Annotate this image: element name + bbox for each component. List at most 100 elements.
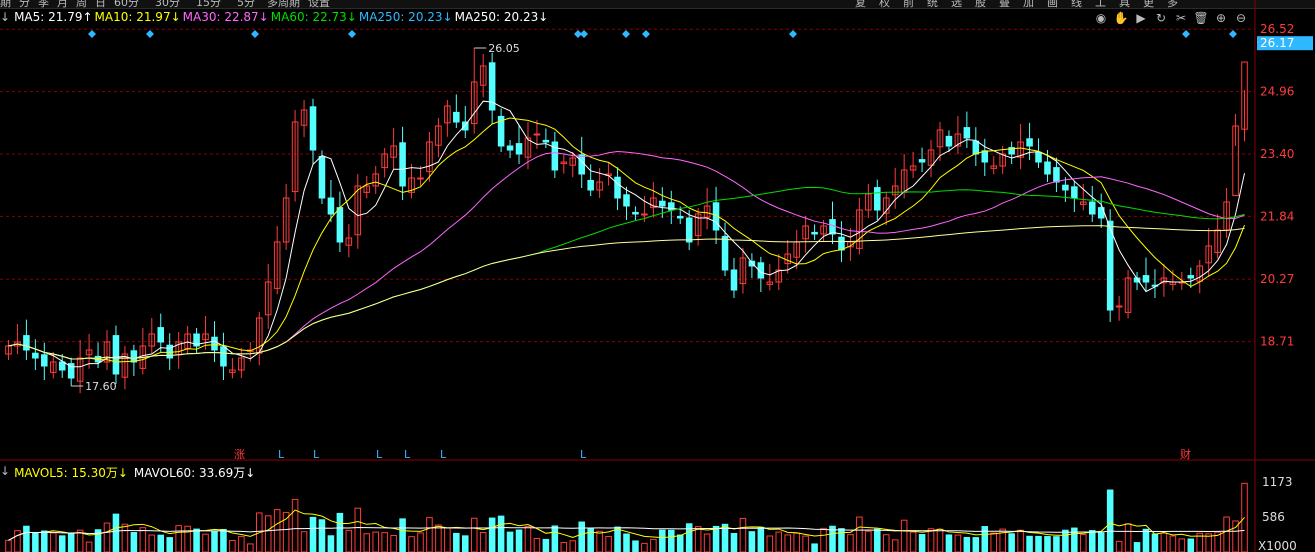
candle-body [336,207,344,243]
candle-body [130,350,138,363]
volume-bar [820,527,827,552]
l-marker: L [440,448,447,461]
volume-bar [927,528,935,552]
price-tick-label: 21.84 [1260,209,1294,223]
volume-bar [757,526,765,552]
low-annotation: 17.60 [85,380,117,393]
volume-bar [730,533,738,552]
volume-bar [408,536,415,552]
candle-body [721,235,729,271]
volume-bar [1124,523,1132,552]
volume-bar [900,519,908,552]
volume-bar [641,542,648,552]
volume-bar [990,532,998,552]
candle-body [641,213,648,216]
volume-bar [1062,529,1069,552]
volume-bar [336,512,344,552]
candle-body [309,106,317,151]
candle-body [676,215,684,219]
volume-bar [650,538,657,552]
volume-bar [1142,528,1150,552]
volume-bar [229,539,236,552]
candle-body [211,336,218,351]
candle-body [515,143,523,155]
candle-body [533,133,541,136]
price-tick-label: 20.27 [1260,272,1294,286]
volume-bar [551,525,559,552]
volume-bar [157,534,165,552]
volume-bar [67,533,75,552]
volume-bar [847,534,854,552]
volume-bar [14,530,21,552]
volume-bar [524,525,532,552]
candle-body [58,361,66,371]
volume-bar [1106,489,1114,552]
candle-body [963,127,971,139]
volume-bar [533,537,541,552]
volume-bar [954,534,962,552]
volume-bar [202,533,209,552]
volume-bar [623,533,630,552]
volume-bar [542,538,550,552]
volume-bar [918,534,926,552]
volume-bar [390,535,397,552]
volume-bar [1080,534,1087,552]
ma5-line [8,100,1246,368]
volume-bar [614,526,621,552]
volume-bar [676,534,684,552]
candle-body [874,187,881,211]
volume-bar [748,531,756,552]
volume-bar [372,531,379,552]
volume-bar [1017,529,1024,552]
volume-bar [381,532,388,552]
volume-bar [694,526,702,552]
candle-body [829,219,836,235]
candle-body [685,217,693,243]
candle-body [1071,186,1078,199]
candle-body [1044,161,1051,175]
volume-bar [793,532,800,552]
volume-bar [426,517,433,552]
volume-bar [41,530,48,552]
candle-body [506,145,514,151]
volume-bar [1044,536,1051,552]
candle-body [945,135,953,147]
volume-bar [273,509,281,552]
candle-body [157,327,165,343]
volume-unit-label: X1000 [1258,539,1297,552]
volume-bar [1026,535,1033,552]
candle-body [587,179,594,191]
volume-bar [453,532,460,552]
volume-bar [865,530,872,552]
event-diamond-marker [622,30,630,38]
volume-bar [462,535,469,552]
candle-body [838,236,845,251]
volume-bar [1160,532,1168,552]
candle-body [318,155,326,199]
candle-body [327,197,335,215]
volume-bar [211,531,218,552]
event-diamond-marker [580,30,588,38]
volume-bar [766,535,774,552]
candle-body [32,352,39,359]
volume-bar [578,521,585,552]
kline-chart[interactable]: 26.52 24.96 23.40 21.84 20.27 18.71 26.17 26.05… [0,0,1315,552]
volume-bar [506,531,514,552]
volume-bar [58,535,66,552]
volume-bar [399,518,406,552]
volume-bar [560,541,568,552]
candle-body [1053,167,1060,183]
candle-body [1088,201,1096,215]
candle-body [417,177,424,180]
candle-body [632,211,639,215]
volume-bar [130,532,138,552]
event-diamond-marker [789,30,797,38]
volume-bar [309,516,317,552]
volume-bar [1035,535,1042,552]
volume-bar [497,515,505,552]
volume-bar [345,529,353,552]
candle-body [659,200,666,207]
volume-bar [5,539,12,552]
volume-bar [184,525,191,552]
l-marker: L [313,448,320,461]
